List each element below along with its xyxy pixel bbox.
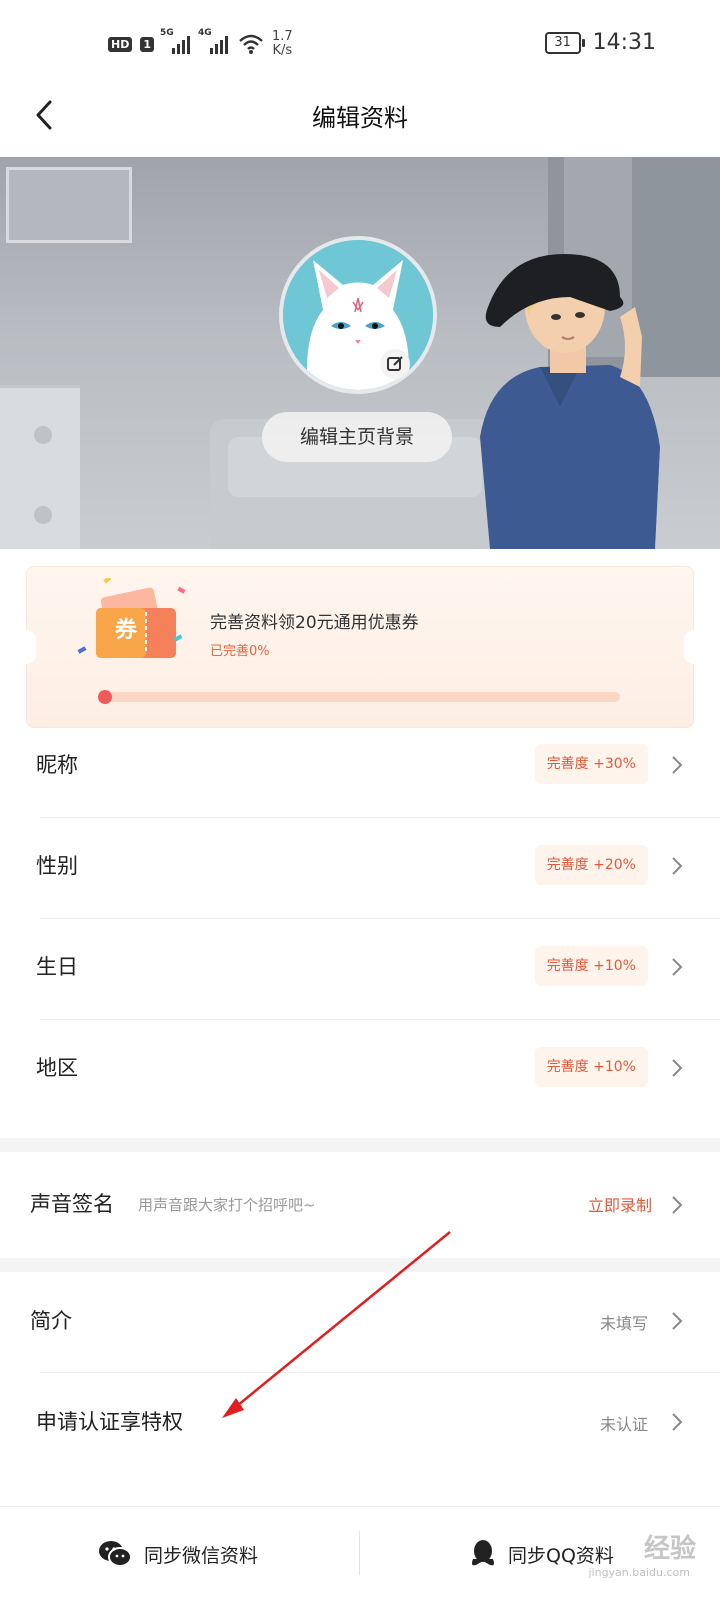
row-label: 昵称	[36, 753, 78, 777]
signal-5g-icon: 5G	[160, 28, 192, 54]
net-speed: 1.7 K/s	[272, 29, 293, 58]
sync-wechat-label: 同步微信资料	[144, 1544, 259, 1567]
verify-value: 未认证	[599, 1415, 648, 1434]
page-title: 编辑资料	[312, 104, 408, 132]
profile-banner[interactable]: 编辑主页背景	[0, 157, 720, 549]
coupon-ticket-label: 券	[114, 618, 137, 643]
intro-value: 未填写	[599, 1314, 648, 1333]
sync-qq-button[interactable]: 同步QQ资料	[470, 1507, 614, 1601]
intro-row[interactable]: 简介 未填写	[0, 1272, 720, 1372]
coupon-progress-dot	[98, 690, 112, 704]
chevron-right-icon	[672, 1312, 683, 1330]
coupon-notch-right	[684, 630, 704, 664]
voice-signature-hint: 用声音跟大家打个招呼吧~	[138, 1196, 316, 1214]
watermark-url: jingyan.baidu.com	[588, 1566, 690, 1579]
avatar-character-image	[480, 254, 660, 549]
cabinet-decoration	[0, 385, 80, 549]
voice-signature-row[interactable]: 声音签名 用声音跟大家打个招呼吧~ 立即录制	[0, 1152, 720, 1258]
profile-row[interactable]: 昵称 完善度 +30%	[0, 716, 720, 816]
status-bar: HD 1 5G 4G 1.7 K/s 31 14:31	[0, 0, 720, 92]
completion-badge: 完善度 +30%	[534, 744, 648, 784]
chevron-right-icon	[672, 958, 683, 976]
avatar[interactable]	[279, 236, 437, 394]
verify-label: 申请认证享特权	[36, 1410, 183, 1434]
intro-label: 简介	[30, 1309, 72, 1333]
edit-background-button[interactable]: 编辑主页背景	[262, 412, 452, 462]
wall-frame-decoration	[6, 167, 132, 243]
coupon-title: 完善资料领20元通用优惠券	[210, 613, 419, 633]
completion-badge: 完善度 +20%	[534, 845, 648, 885]
chevron-right-icon	[672, 1413, 683, 1431]
cat-avatar-icon	[283, 240, 433, 390]
wifi-icon	[239, 34, 263, 54]
sync-wechat-button[interactable]: 同步微信资料	[98, 1507, 258, 1601]
verify-row[interactable]: 申请认证享特权 未认证	[0, 1373, 720, 1473]
wechat-icon	[99, 1541, 132, 1567]
row-label: 生日	[36, 955, 78, 979]
coupon-notch-left	[16, 630, 36, 664]
profile-row[interactable]: 地区 完善度 +10%	[0, 1019, 720, 1119]
bottom-sync-bar: 同步微信资料 同步QQ资料	[0, 1506, 720, 1601]
qq-icon	[472, 1540, 494, 1566]
chevron-right-icon	[672, 1059, 683, 1077]
row-label: 地区	[36, 1056, 78, 1080]
coupon-progress-track	[100, 692, 620, 702]
section-gap	[0, 1138, 720, 1152]
edit-avatar-icon[interactable]	[380, 349, 410, 379]
sim-indicator: 1	[140, 36, 154, 52]
bottom-divider	[359, 1531, 360, 1575]
chevron-right-icon	[672, 756, 683, 774]
profile-row[interactable]: 生日 完善度 +10%	[0, 918, 720, 1018]
section-gap	[0, 1258, 720, 1272]
completion-badge: 完善度 +10%	[534, 1047, 648, 1087]
clock: 14:31	[592, 30, 656, 55]
voice-signature-label: 声音签名	[30, 1192, 114, 1216]
completion-badge: 完善度 +10%	[534, 946, 648, 986]
signal-4g-icon: 4G	[198, 28, 230, 54]
watermark-logo: 经验	[643, 1534, 696, 1564]
profile-row[interactable]: 性别 完善度 +20%	[0, 817, 720, 917]
row-label: 性别	[36, 854, 78, 878]
chevron-right-icon	[672, 1196, 683, 1214]
coupon-progress-text: 已完善0%	[210, 644, 270, 659]
chevron-right-icon	[672, 857, 683, 875]
sync-qq-label: 同步QQ资料	[508, 1544, 614, 1567]
battery-icon: 31	[544, 31, 585, 54]
record-now-button[interactable]: 立即录制	[588, 1192, 652, 1216]
hd-indicator: HD	[108, 36, 133, 52]
